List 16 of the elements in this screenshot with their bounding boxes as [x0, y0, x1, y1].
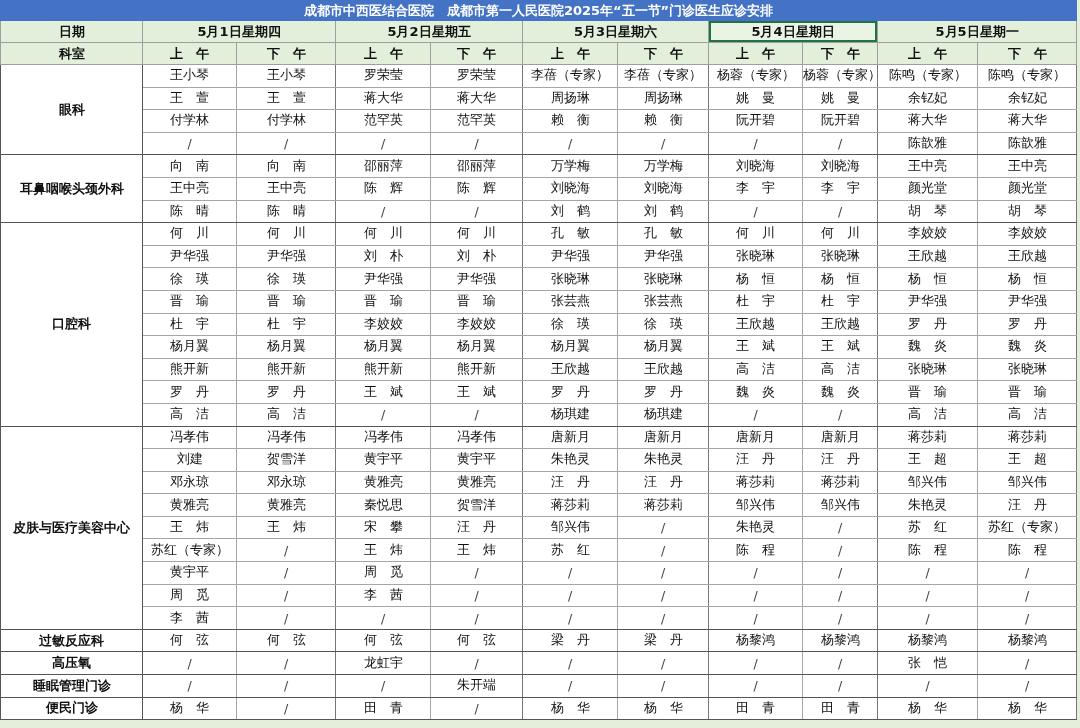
department-cell: 皮肤与医疗美容中心 — [0, 426, 143, 630]
date-header[interactable]: 5月2日星期五 — [335, 20, 523, 43]
department-cell: 耳鼻咽喉头颈外科 — [0, 154, 143, 223]
department-cell: 眼科 — [0, 64, 143, 155]
department-cell: 过敏反应科 — [0, 629, 143, 652]
date-header[interactable]: 5月3日星期六 — [522, 20, 709, 43]
table-title: 成都市中西医结合医院 成都市第一人民医院2025年“五一节”门诊医生应诊安排 — [0, 0, 1077, 21]
department-cell: 睡眠管理门诊 — [0, 674, 143, 698]
date-header[interactable]: 5月5日星期一 — [877, 20, 1077, 43]
column-header: 科室 — [0, 42, 143, 65]
date-header[interactable]: 5月1日星期四 — [142, 20, 336, 43]
department-cell: 高压氧 — [0, 651, 143, 675]
column-header: 日期 — [0, 20, 143, 43]
date-header[interactable]: 5月4日星期日 — [708, 20, 878, 43]
department-cell: 便民门诊 — [0, 697, 143, 720]
department-cell: 口腔科 — [0, 222, 143, 426]
